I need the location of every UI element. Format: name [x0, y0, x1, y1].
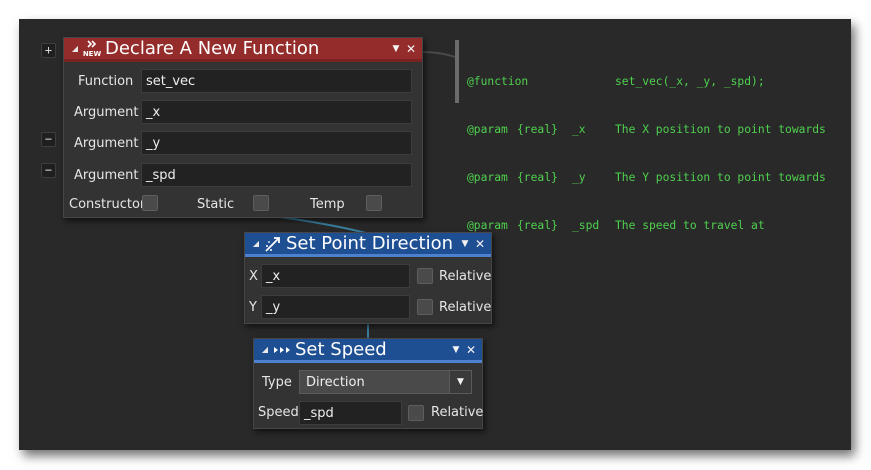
argument-field-1[interactable]: _x [141, 100, 412, 124]
speed-relative-label: Relative [431, 405, 484, 420]
type-select-value: Direction [306, 375, 365, 390]
argument-field-2[interactable]: _y [141, 131, 412, 155]
comment-line-2: @param {real} _x The X position to point to… [467, 123, 826, 136]
type-select[interactable]: Direction ▼ [299, 370, 472, 394]
temp-label: Temp [310, 197, 345, 212]
set-speed-title: Set Speed [295, 339, 387, 360]
speed-icon [272, 340, 292, 360]
argument-label-3: Argument [74, 168, 139, 183]
declare-function-title: Declare A New Function [105, 38, 320, 59]
chevron-down-icon[interactable]: ▼ [449, 371, 471, 393]
constructor-checkbox[interactable] [142, 195, 158, 211]
x-relative-label: Relative [439, 269, 492, 284]
type-label: Type [262, 375, 292, 390]
close-icon[interactable]: ✕ [403, 42, 419, 56]
declare-function-panel[interactable]: ◢ NEW Declare A New Function ▼ ✕ Functio… [63, 37, 423, 218]
collapse-icon[interactable]: ◢ [258, 345, 272, 354]
y-label: Y [249, 300, 257, 315]
x-label: X [249, 269, 258, 284]
set-point-direction-title: Set Point Direction [286, 233, 454, 254]
set-speed-panel[interactable]: ◢ Set Speed ▼ ✕ Type Direction ▼ Speed _… [253, 338, 483, 429]
close-icon[interactable]: ✕ [463, 343, 479, 357]
static-label: Static [197, 197, 235, 212]
svg-text:NEW: NEW [83, 50, 102, 58]
speed-label: Speed [258, 405, 299, 420]
y-relative-checkbox[interactable] [417, 299, 433, 315]
argument-label-1: Argument [74, 105, 139, 120]
constructor-label: Constructor [69, 197, 146, 212]
comment-line-4: @param {real} _spd The speed to travel at [467, 219, 765, 232]
comment-line-1: @function set_vec(_x, _y, _spd); [467, 75, 765, 88]
new-function-icon: NEW [82, 39, 102, 59]
x-relative-checkbox[interactable] [417, 268, 433, 284]
static-checkbox[interactable] [253, 195, 269, 211]
set-point-direction-panel[interactable]: ◢ Set Point Direction ▼ ✕ X _x Relative … [244, 232, 492, 324]
dropdown-icon[interactable]: ▼ [449, 345, 463, 355]
set-speed-header[interactable]: ◢ Set Speed ▼ ✕ [254, 339, 482, 363]
function-name-field[interactable]: set_vec [141, 69, 412, 93]
temp-checkbox[interactable] [366, 195, 382, 211]
y-relative-label: Relative [439, 300, 492, 315]
remove-argument-button-1[interactable]: − [41, 132, 56, 147]
declare-function-header[interactable]: ◢ NEW Declare A New Function ▼ ✕ [64, 38, 422, 62]
remove-argument-button-2[interactable]: − [41, 163, 56, 178]
collapse-icon[interactable]: ◢ [249, 239, 263, 248]
argument-field-3[interactable]: _spd [141, 163, 412, 187]
comment-bar [455, 40, 459, 103]
function-label: Function [78, 74, 134, 89]
y-field[interactable]: _y [261, 295, 410, 319]
comment-line-3: @param {real} _y The Y position to point to… [467, 171, 826, 184]
dropdown-icon[interactable]: ▼ [389, 44, 403, 54]
argument-label-2: Argument [74, 136, 139, 151]
comment-block[interactable]: @function set_vec(_x, _y, _spd); @param {r… [467, 42, 826, 250]
point-direction-icon [263, 234, 283, 254]
speed-relative-checkbox[interactable] [408, 405, 424, 421]
speed-field[interactable]: _spd [299, 401, 402, 425]
collapse-icon[interactable]: ◢ [68, 44, 82, 53]
set-point-direction-header[interactable]: ◢ Set Point Direction ▼ ✕ [245, 233, 491, 257]
x-field[interactable]: _x [261, 264, 410, 288]
add-argument-button[interactable]: + [41, 43, 56, 58]
